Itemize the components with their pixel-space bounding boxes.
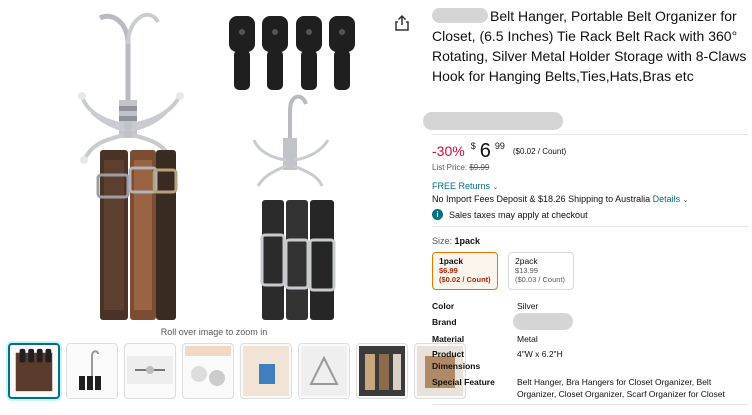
product-title: Belt Hanger, Portable Belt Organizer for… [432,6,748,86]
thumbnail[interactable] [124,343,176,399]
discount-badge: -30% [432,143,465,159]
divider [432,404,748,405]
spec-value: 4"W x 6.2"H [517,349,563,359]
shipping-info: No Import Fees Deposit & $18.26 Shipping… [432,194,689,204]
import-text: No Import Fees Deposit & $18.26 Shipping… [432,194,651,204]
free-returns-label: FREE Returns [432,181,491,191]
unit-price: ($0.02 / Count) [512,147,567,156]
size-option-1pack[interactable]: 1pack $6.99 ($0.02 / Count) [432,252,498,290]
thumbnail[interactable] [8,343,60,399]
size-option-unit: ($0.03 / Count) [515,275,566,284]
thumbnail[interactable] [356,343,408,399]
spec-key: Brand [432,317,457,327]
price-fraction: 99 [494,141,505,151]
size-option-name: 1pack [439,256,464,266]
tax-notice-text: Sales taxes may apply at checkout [449,209,588,220]
price-whole: 6 [479,140,491,162]
price-symbol: $ [470,141,476,151]
spec-key: Color [432,301,455,311]
thumbnail-strip [8,343,466,401]
spec-value: Belt Hanger, Bra Hangers for Closet Orga… [517,377,725,399]
redacted-brand [432,8,488,23]
details-link[interactable]: Details [653,194,681,204]
tax-notice: i Sales taxes may apply at checkout [432,209,588,220]
size-label: Size: 1pack [432,236,480,246]
price-block: -30% $ 6 99 ($0.02 / Count) [432,140,566,164]
thumbnail[interactable] [66,343,118,399]
free-returns-link[interactable]: FREE Returns ⌄ [432,181,498,191]
size-option-name: 2pack [515,256,538,266]
zoom-hint: Roll over image to zoom in [160,327,268,337]
share-icon[interactable] [394,14,410,32]
spec-key: Material [432,334,465,344]
size-option-price: $6.99 [439,266,458,275]
size-option-price: $13.99 [515,266,538,275]
redacted-store-link[interactable] [423,112,563,130]
spec-key: Product Dimensions [432,349,481,371]
spec-value: Metal [517,334,538,344]
chevron-down-icon: ⌄ [682,197,689,204]
list-price-value: $9.99 [469,163,490,172]
divider [432,134,748,135]
size-selected: 1pack [454,236,481,246]
spec-key: Special Feature [432,377,495,387]
thumbnail[interactable] [182,343,234,399]
chevron-down-icon: ⌄ [492,184,499,191]
list-price-label: List Price: [432,163,468,172]
size-label-text: Size: [432,236,453,246]
spec-value: Silver [517,301,539,311]
redacted-brand-value [513,313,573,330]
divider [432,226,748,227]
thumbnail[interactable] [298,343,350,399]
product-image [78,12,355,320]
size-option-unit: ($0.02 / Count) [439,275,491,284]
thumbnail[interactable] [240,343,292,399]
info-icon: i [432,209,443,220]
list-price: List Price: $9.99 [432,163,489,172]
size-option-2pack[interactable]: 2pack $13.99 ($0.03 / Count) [508,252,574,290]
